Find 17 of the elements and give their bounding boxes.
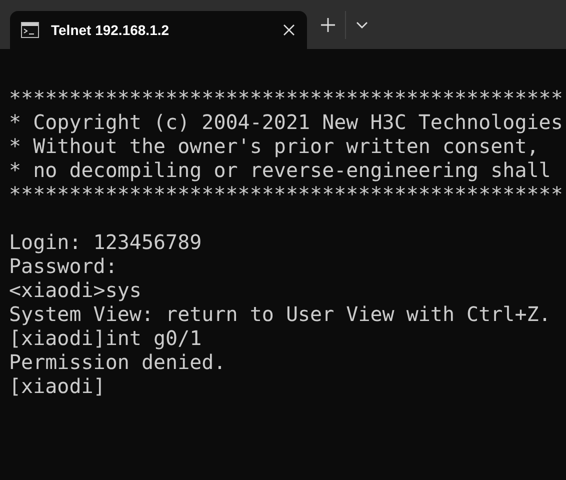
terminal-line: * Without the owner's prior written consent,	[9, 134, 540, 158]
terminal-line: **********************************************	[9, 182, 564, 206]
terminal-line: **********************************************	[9, 86, 564, 110]
close-icon[interactable]	[283, 24, 295, 36]
terminal-tab[interactable]: Telnet 192.168.1.2	[10, 11, 307, 49]
console-icon	[21, 22, 39, 38]
terminal-line: [xiaodi]int g0/1	[9, 326, 203, 350]
terminal-line: * Copyright (c) 2004-2021 New H3C Technologies	[9, 110, 564, 134]
terminal-line: <xiaodi>sys	[9, 278, 142, 302]
dropdown-chevron-icon[interactable]	[356, 20, 368, 28]
terminal-line: System View: return to User View with Ctrl+Z.	[9, 302, 552, 326]
terminal-line: [xiaodi]	[9, 374, 106, 398]
terminal-line: Login: 123456789	[9, 230, 203, 254]
new-tab-button[interactable]	[321, 18, 335, 32]
terminal-line: Password:	[9, 254, 118, 278]
terminal-line: * no decompiling or reverse-engineering shall	[9, 158, 552, 182]
terminal-line: Permission denied.	[9, 350, 227, 374]
